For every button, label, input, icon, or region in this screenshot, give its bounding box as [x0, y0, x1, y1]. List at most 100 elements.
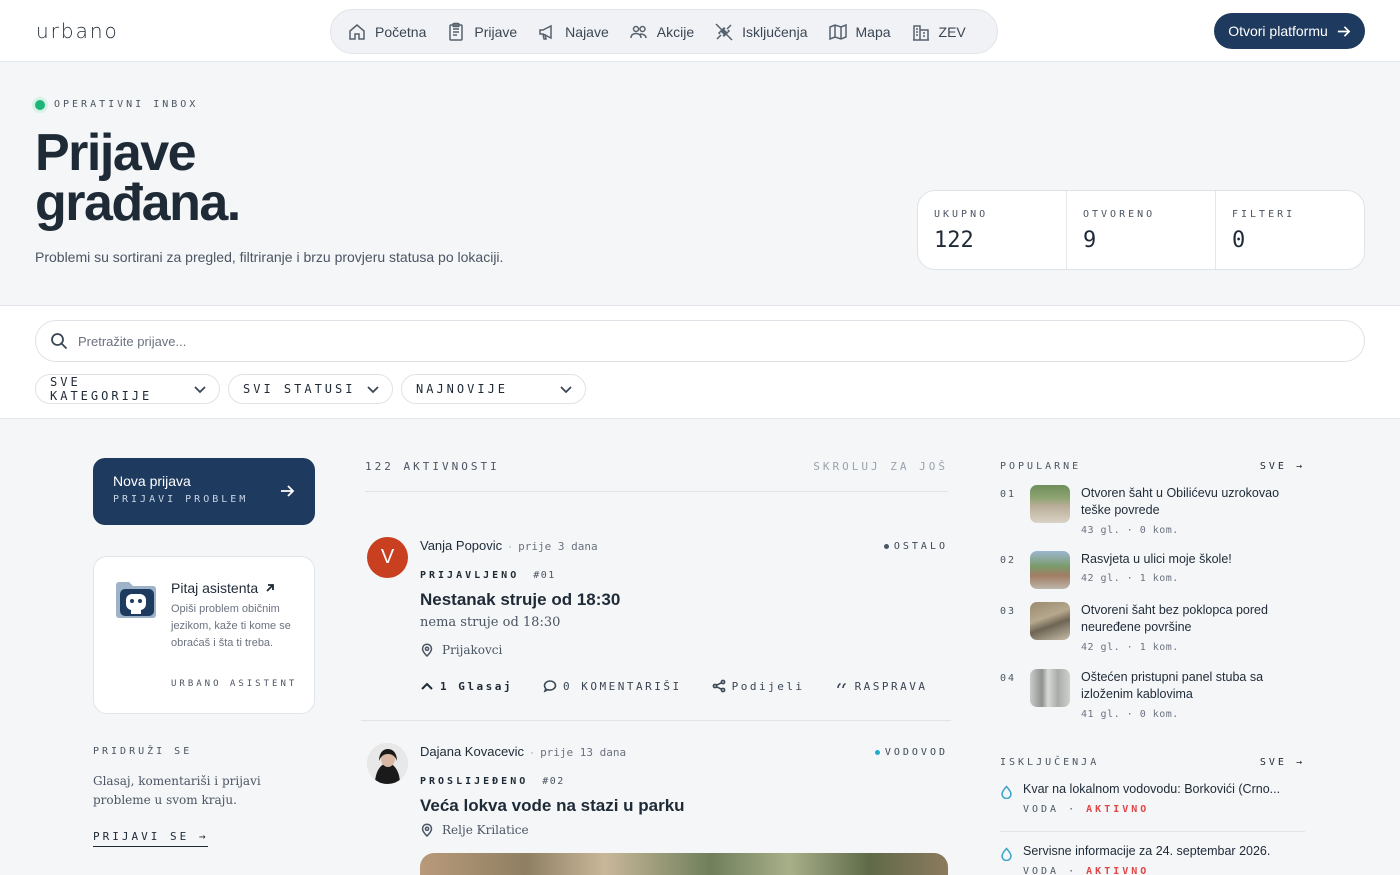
page-subtitle: Problemi su sortirani za pregled, filtri… — [35, 249, 504, 265]
votes-count: 42 gl. — [1081, 573, 1121, 584]
location-pin-icon — [421, 823, 433, 837]
post-author[interactable]: Vanja Popovic — [420, 538, 502, 553]
popular-see-all-link[interactable]: SVE → — [1260, 461, 1305, 472]
popular-item[interactable]: 03 Otvoreni šaht bez poklopca pored neur… — [1000, 602, 1305, 658]
votes-count: 43 gl. — [1081, 525, 1121, 536]
stat-filters: FILTERI 0 — [1216, 191, 1364, 269]
logo[interactable]: urbano — [36, 19, 119, 43]
outages-header: ISKLJUČENJA SVE → — [1000, 757, 1305, 768]
popular-title: Oštećen pristupni panel stuba sa izložen… — [1081, 670, 1264, 701]
post-author[interactable]: Dajana Kovacevic — [420, 744, 524, 759]
nav-item-akcije[interactable]: Akcije — [629, 22, 694, 42]
outage-status: AKTIVNO — [1086, 866, 1150, 875]
status-select[interactable]: SVI STATUSI — [228, 374, 393, 404]
rank-number: 03 — [1000, 606, 1017, 617]
outage-tag: VODA · AKTIVNO — [1023, 866, 1150, 875]
sort-select[interactable]: NAJNOVIJE — [401, 374, 586, 404]
thumbnail-image — [1030, 551, 1070, 589]
user-photo-icon — [367, 743, 408, 784]
nav-item-pocetna[interactable]: Početna — [347, 22, 426, 42]
scroll-hint: SKROLUJ ZA JOŠ — [813, 460, 948, 473]
outages-see-all-link[interactable]: SVE → — [1260, 757, 1305, 768]
feed-post[interactable]: Dajana Kovacevic · prije 13 dana VODOVOD… — [361, 722, 951, 875]
nav-label: Isključenja — [742, 23, 808, 40]
post-photo[interactable] — [420, 853, 948, 875]
post-number: #02 — [542, 776, 565, 787]
stat-value: 9 — [1083, 228, 1097, 253]
search-box[interactable] — [35, 320, 1365, 362]
popular-item[interactable]: 02 Rasvjeta u ulici moje škole! 42 gl. ·… — [1000, 551, 1305, 591]
feed-post[interactable]: V Vanja Popovic · prije 3 dana OSTALO PR… — [361, 516, 951, 721]
nav-item-iskljucenja[interactable]: Isključenja — [714, 22, 808, 42]
building-icon — [912, 24, 929, 41]
new-report-button[interactable]: Nova prijava PRIJAVI PROBLEM — [93, 458, 315, 525]
popular-item[interactable]: 01 Otvoren šaht u Obilićevu uzrokovao te… — [1000, 485, 1305, 541]
popular-stats: 41 gl. · 0 kom. — [1081, 709, 1179, 720]
open-platform-button[interactable]: Otvori platformu — [1214, 13, 1365, 49]
thumbnail-image — [1030, 602, 1070, 640]
page-title-line2: građana. — [35, 174, 241, 232]
post-time: prije 3 dana — [518, 540, 598, 553]
search-input[interactable] — [78, 333, 1078, 349]
post-title[interactable]: Veća lokva vode na stazi u parku — [420, 796, 685, 816]
sign-in-link[interactable]: PRIJAVI SE → — [93, 830, 209, 847]
comments-count: 1 kom. — [1139, 642, 1179, 653]
post-actions: 1 Glasaj 0 KOMENTARIŠI Podijeli RASPRAVA — [420, 679, 928, 693]
map-icon — [828, 23, 847, 40]
rank-number: 02 — [1000, 555, 1017, 566]
post-title[interactable]: Nestanak struje od 18:30 — [420, 590, 620, 610]
post-time: prije 13 dana — [540, 746, 627, 759]
nav-item-zev[interactable]: ZEV — [911, 22, 966, 42]
share-button[interactable]: Podijeli — [712, 679, 805, 693]
popular-stats: 42 gl. · 1 kom. — [1081, 573, 1179, 584]
discussion-label: RASPRAVA — [854, 679, 928, 693]
nav-label: Akcije — [656, 23, 695, 40]
nav-label: Prijave — [474, 23, 518, 40]
outage-item[interactable]: Servisne informacije za 24. septembar 20… — [1000, 844, 1305, 875]
avatar: V — [367, 537, 408, 578]
join-label: PRIDRUŽI SE — [93, 746, 193, 757]
votes-count: 42 gl. — [1081, 642, 1121, 653]
popular-stats: 42 gl. · 1 kom. — [1081, 642, 1179, 653]
comment-label: 0 KOMENTARIŠI — [562, 679, 682, 693]
popular-item[interactable]: 04 Oštećen pristupni panel stuba sa izlo… — [1000, 669, 1305, 725]
assistant-card[interactable]: Pitaj asistenta Opiši problem običnim je… — [93, 556, 315, 714]
status-badge: PRIJAVLJENO #01 — [420, 570, 556, 581]
status-text: PROSLIJEĐENO — [420, 776, 529, 787]
outage-item[interactable]: Kvar na lokalnom vodovodu: Borkovići (Cr… — [1000, 782, 1305, 822]
page-title: Prijave građana. — [35, 127, 241, 229]
discussion-button[interactable]: RASPRAVA — [835, 679, 928, 693]
category-badge: OSTALO — [883, 541, 948, 552]
search-icon — [51, 333, 68, 350]
category-dot-icon — [883, 544, 889, 549]
location-text: Prijakovci — [442, 643, 503, 657]
nav-label: Najave — [565, 23, 609, 40]
outage-type: VODA — [1023, 866, 1060, 875]
main-nav: Početna Prijave Najave Akcije Isključenj… — [330, 9, 998, 54]
assistant-robot-icon — [116, 582, 156, 618]
water-drop-icon — [1001, 847, 1012, 861]
nav-item-najave[interactable]: Najave — [537, 22, 609, 42]
nav-label: Mapa — [855, 23, 891, 40]
popular-title: Otvoren šaht u Obilićevu uzrokovao teške… — [1081, 486, 1280, 517]
category-select[interactable]: SVE KATEGORIJE — [35, 374, 220, 404]
category-label: VODOVOD — [884, 747, 948, 758]
separator-dot: · — [530, 745, 535, 759]
popular-title: Otvoreni šaht bez poklopca pored neuređe… — [1081, 603, 1268, 634]
nav-item-prijave[interactable]: Prijave — [446, 22, 517, 42]
nav-item-mapa[interactable]: Mapa — [828, 22, 891, 42]
comment-button[interactable]: 0 KOMENTARIŠI — [543, 679, 682, 693]
status-dot-icon — [35, 99, 45, 110]
vote-label: 1 Glasaj — [440, 679, 513, 693]
outages-label: ISKLJUČENJA — [1000, 757, 1100, 768]
chevron-up-icon — [421, 682, 433, 690]
assistant-title-text: Pitaj asistenta — [171, 580, 259, 596]
top-navigation-bar: urbano Početna Prijave Najave Akcije Isk… — [0, 0, 1400, 62]
vote-button[interactable]: 1 Glasaj — [420, 679, 513, 693]
category-label: OSTALO — [893, 541, 948, 552]
rank-number: 01 — [1000, 489, 1017, 500]
category-dot-icon — [874, 750, 880, 755]
rank-number: 04 — [1000, 673, 1017, 684]
share-label: Podijeli — [731, 679, 805, 693]
feed-header: 122 AKTIVNOSTI SKROLUJ ZA JOŠ — [365, 460, 948, 473]
